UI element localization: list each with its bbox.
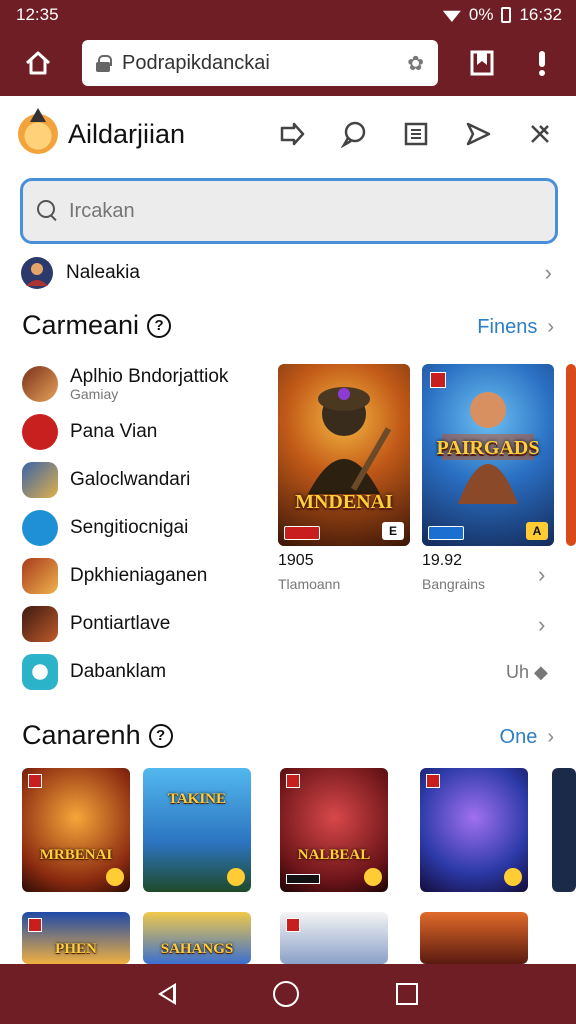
chevron-right-icon[interactable]: › [538, 562, 545, 588]
tag-icon [426, 774, 440, 788]
game-tile[interactable]: PHEN [22, 912, 130, 964]
list-item[interactable]: Sengitiocnigai [22, 504, 262, 552]
status-time-right: 16:32 [519, 5, 562, 24]
search-box[interactable] [20, 178, 558, 244]
game-tile[interactable] [280, 912, 388, 964]
featured-card[interactable]: MNDENAI E [278, 364, 410, 546]
featured-title: MNDENAI [295, 491, 393, 513]
back-icon[interactable] [158, 983, 177, 1005]
battery-icon [501, 7, 512, 23]
game-tile[interactable]: MRBENAI [22, 768, 130, 892]
app-icon [22, 414, 58, 450]
app-header: Aildarjiian [0, 96, 576, 172]
app-title: Aildarjiian [68, 118, 186, 149]
app-logo [18, 108, 58, 154]
chevron-right-icon: › [547, 726, 554, 748]
app-icon [22, 606, 58, 642]
featured-title: PAIRGADS [436, 437, 540, 459]
home-icon[interactable] [18, 43, 58, 83]
url-bar[interactable]: Podrapikdanckai ✿ [82, 40, 438, 86]
coin-icon [364, 868, 382, 886]
tag-icon [286, 918, 300, 932]
lock-icon [96, 55, 112, 72]
game-tile-partial[interactable] [552, 768, 576, 892]
send-icon[interactable] [460, 116, 496, 152]
rating-badge [284, 526, 320, 540]
home-circle-icon[interactable] [272, 981, 299, 1007]
rating-badge [428, 526, 464, 540]
coin-icon [227, 868, 245, 886]
status-signal: 0% [468, 5, 494, 24]
chevron-right-icon: › [544, 260, 552, 285]
wifi-icon [442, 10, 461, 22]
featured-meta: 1905 Tlamoann [278, 552, 341, 592]
list-item[interactable]: Pontiartlave [22, 600, 262, 648]
section-title-1: Carmeani ? [22, 310, 172, 341]
list-item[interactable]: Aplhio Bndorjattiok Gamiay [22, 360, 262, 408]
search-icon [37, 200, 59, 222]
app-icon [22, 366, 58, 402]
app-icon [22, 462, 58, 498]
coin-icon [504, 868, 522, 886]
search-input[interactable] [69, 199, 509, 223]
app-icon [22, 558, 58, 594]
tag-icon [28, 918, 42, 932]
avatar [21, 257, 53, 289]
app-icon [22, 654, 58, 690]
share-icon[interactable] [274, 116, 310, 152]
game-tile[interactable]: SAHANGS [143, 912, 251, 964]
help-icon[interactable]: ? [147, 313, 172, 338]
tag-icon [286, 774, 300, 788]
list-item[interactable]: Dabanklam [22, 648, 262, 696]
game-tile[interactable] [420, 912, 528, 964]
section-title-2: Canarenh ? [22, 720, 173, 751]
chevron-right-icon[interactable]: › [538, 612, 545, 638]
featured-card[interactable]: PAIRGADS A [422, 364, 554, 546]
recent-apps-icon[interactable] [395, 983, 418, 1005]
see-more-link-2[interactable]: One › [500, 726, 554, 749]
list-item[interactable]: Pana Vian [22, 408, 262, 456]
age-rating: A [526, 522, 548, 540]
system-nav-bar [0, 964, 576, 1024]
close-icon[interactable] [522, 116, 558, 152]
game-tile[interactable]: NALBEAL [280, 768, 388, 892]
account-row[interactable]: Naleakia › [20, 252, 558, 294]
tag-icon [430, 372, 446, 388]
status-time-left: 12:35 [16, 5, 59, 24]
featured-card-partial[interactable] [566, 364, 576, 546]
see-more-link-1[interactable]: Finens › [477, 316, 554, 339]
exclamation-icon[interactable] [522, 43, 562, 83]
browser-toolbar: Podrapikdanckai ✿ [0, 30, 576, 96]
url-text: Podrapikdanckai [122, 51, 270, 74]
app-list: Aplhio Bndorjattiok Gamiay Pana Vian Galo… [22, 360, 262, 696]
rating-badge [286, 874, 320, 884]
age-rating: E [382, 522, 404, 540]
bookmark-icon[interactable] [462, 43, 502, 83]
chevron-right-icon: › [547, 316, 554, 338]
coin-icon [106, 868, 124, 886]
list-item[interactable]: Dpkhieniaganen [22, 552, 262, 600]
tag-icon [28, 774, 42, 788]
status-bar: 12:35 0% 16:32 [0, 0, 576, 30]
arrow-icon: ◆ [529, 662, 548, 682]
account-row-label: Naleakia [66, 262, 140, 283]
help-icon[interactable]: ? [148, 723, 173, 748]
game-tile[interactable] [420, 768, 528, 892]
game-art [308, 387, 392, 494]
right-meta: Uh ◆ [506, 662, 548, 682]
chat-icon[interactable] [336, 116, 372, 152]
app-icon [22, 510, 58, 546]
document-icon[interactable] [398, 116, 434, 152]
tab-switcher-icon[interactable]: ✿ [407, 51, 424, 76]
featured-meta: 19.92 Bangrains [422, 552, 486, 592]
list-item[interactable]: Galoclwandari [22, 456, 262, 504]
game-tile[interactable]: TAKINE [143, 768, 251, 892]
